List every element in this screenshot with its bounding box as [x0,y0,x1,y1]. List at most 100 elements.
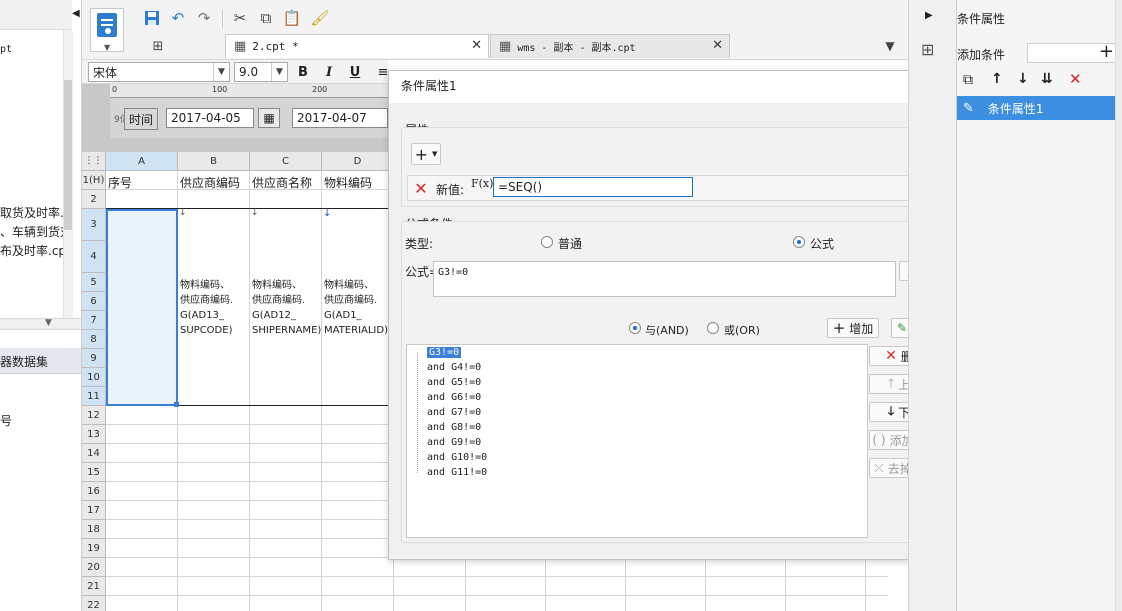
left-item[interactable]: 布及时率.cp [0,242,66,259]
format-painter-icon[interactable]: 🖌 [310,8,330,28]
save-icon[interactable] [142,8,162,28]
layout-icon[interactable]: ⊞ [921,40,934,59]
bold-button[interactable]: B [294,63,312,81]
row-header[interactable]: 11 [82,387,106,406]
new-value-input[interactable]: =SEQ() [493,177,693,197]
row-header[interactable]: 16 [82,482,106,501]
fill-handle[interactable] [174,402,179,407]
copy-icon[interactable]: ⧉ [963,72,973,88]
font-family-select[interactable]: 宋体 ▼ [88,62,230,82]
font-size-select[interactable]: 9.0 ▼ [234,62,288,82]
row-header[interactable]: 2 [82,190,106,209]
row-header[interactable]: 10 [82,368,106,387]
condition-item[interactable]: G3!=0 [427,347,462,358]
column-header-c[interactable]: C [250,152,322,171]
condition-item[interactable]: and G10!=0 [427,452,487,463]
type-formula-label: 公式 [810,237,835,251]
logic-or-radio[interactable] [707,322,719,334]
logic-and-radio[interactable] [629,322,641,334]
row-header[interactable]: 9 [82,349,106,368]
condition-item[interactable]: and G11!=0 [427,467,487,478]
row-header[interactable]: 5 [82,273,106,292]
left-item[interactable]: pt [0,44,12,55]
grid-line [705,552,706,611]
add-condition-button[interactable]: + 增加 [827,318,879,338]
underline-button[interactable]: U [346,63,364,81]
row-header[interactable]: 17 [82,501,106,520]
cell-formula-c3[interactable]: 物料编码、 供应商编码. G(AD12_ SHIPERNAME) [252,278,321,338]
row-header[interactable]: 4 [82,241,106,273]
cell-formula-b3[interactable]: 物料编码、 供应商编码. G(AD13_ SUPCODE) [180,278,233,338]
tab-list-icon[interactable]: ▼ [880,36,900,56]
row-header[interactable]: 3 [82,209,106,241]
select-all-corner[interactable]: ⋮⋮ [82,152,106,171]
tab-2-cpt[interactable]: ▦ 2.cpt * ✕ [225,34,489,58]
calendar-icon[interactable]: ▦ [258,108,280,128]
column-header-a[interactable]: A [106,152,178,171]
cut-icon[interactable]: ✂ [230,8,250,28]
close-icon[interactable]: ✕ [712,38,723,53]
condition-item[interactable]: and G9!=0 [427,437,481,448]
row-header[interactable]: 13 [82,425,106,444]
tab-wms-copy[interactable]: ▦ wms - 副本 - 副本.cpt ✕ [490,34,730,58]
date-end-field[interactable]: 2017-04-07 [292,108,388,128]
add-condition-button[interactable]: + [1027,41,1121,63]
row-header[interactable]: 20 [82,558,106,577]
delete-icon: ✕ [885,348,897,364]
left-item[interactable]: 取货及时率. [0,204,64,221]
selected-cell-a3[interactable] [106,209,178,406]
formula-fx-icon[interactable]: F(x) [471,177,493,190]
copy-icon[interactable]: ⧉ [256,8,276,28]
condition-item[interactable]: and G6!=0 [427,392,481,403]
row-header[interactable]: 6 [82,292,106,311]
right-scrollbar[interactable] [1115,0,1122,611]
cell-header-seq[interactable]: 序号 [108,174,132,191]
condition-item[interactable]: and G4!=0 [427,362,481,373]
cell-formula-d3[interactable]: 物料编码、 供应商编码. G(AD1_ MATERIALID) [324,278,388,338]
italic-button[interactable]: I [320,63,338,81]
row-header[interactable]: 1(H) [82,171,106,190]
remove-property-icon[interactable]: ✕ [412,179,430,198]
delete-icon[interactable]: ✕ [1069,70,1082,88]
left-scrollbar-thumb[interactable] [64,80,72,230]
row-header[interactable]: 21 [82,577,106,596]
cell-header-supplier-name[interactable]: 供应商名称 [252,174,312,191]
condition-item[interactable]: and G8!=0 [427,422,481,433]
paste-icon[interactable]: 📋 [282,8,302,28]
condition-list[interactable]: G3!=0 and G4!=0 and G5!=0 and G6!=0 and … [406,344,868,538]
row-header[interactable]: 12 [82,406,106,425]
condition-item[interactable]: and G7!=0 [427,407,481,418]
expand-right-icon[interactable]: ▶ [925,10,933,21]
row-header[interactable]: 14 [82,444,106,463]
left-item[interactable]: 、车辆到货对 [0,223,72,240]
undo-icon[interactable]: ↶ [168,8,188,28]
expand-down-icon: ↓ [323,208,332,219]
row-header[interactable]: 19 [82,539,106,558]
add-property-button[interactable]: + ▼ [411,143,441,165]
collapse-left-icon[interactable]: ◀ [72,8,80,19]
chevron-down-icon[interactable]: ▼ [45,318,52,328]
row-header[interactable]: 22 [82,596,106,611]
row-header[interactable]: 18 [82,520,106,539]
move-bottom-icon[interactable]: ⇊ [1041,71,1053,87]
formula-input[interactable]: G3!=0 [433,261,896,297]
grid-icon[interactable]: ⊞ [148,36,168,56]
condition-attribute-item-1[interactable]: ✎ 条件属性1 [957,96,1122,120]
arrow-down-icon[interactable]: ↓ [1017,71,1029,87]
panel-splitter[interactable]: ▼ [0,318,81,330]
column-header-b[interactable]: B [178,152,250,171]
column-header-d[interactable]: D [322,152,394,171]
type-normal-radio[interactable] [541,236,553,248]
cell-header-supplier-code[interactable]: 供应商编码 [180,174,240,191]
close-icon[interactable]: ✕ [471,38,482,53]
arrow-up-icon[interactable]: ↑ [991,71,1003,87]
type-formula-radio[interactable] [793,236,805,248]
report-menu-button[interactable]: ▼ [90,8,124,52]
row-header[interactable]: 8 [82,330,106,349]
row-header[interactable]: 15 [82,463,106,482]
redo-icon[interactable]: ↷ [194,8,214,28]
cell-header-material-code[interactable]: 物料编码 [324,174,372,191]
date-start-field[interactable]: 2017-04-05 [166,108,254,128]
row-header[interactable]: 7 [82,311,106,330]
condition-item[interactable]: and G5!=0 [427,377,481,388]
